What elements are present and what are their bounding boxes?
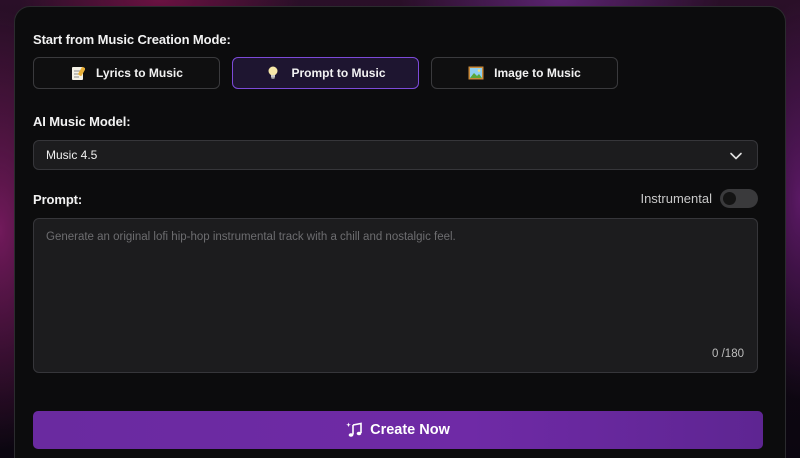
create-now-label: Create Now xyxy=(370,422,450,438)
model-section-label: AI Music Model: xyxy=(33,114,131,129)
framed-picture-icon xyxy=(468,65,484,81)
mode-image-to-music-button[interactable]: Image to Music xyxy=(431,57,618,89)
mode-lyrics-to-music-label: Lyrics to Music xyxy=(96,66,183,80)
prompt-input[interactable] xyxy=(34,219,757,372)
music-model-selected-value: Music 4.5 xyxy=(46,148,98,162)
mode-section-label: Start from Music Creation Mode: xyxy=(33,32,231,47)
mode-prompt-to-music-label: Prompt to Music xyxy=(291,66,386,80)
prompt-textarea-container: 0 /180 xyxy=(33,218,758,373)
mode-image-to-music-label: Image to Music xyxy=(494,66,581,80)
instrumental-toggle[interactable] xyxy=(720,189,758,208)
character-counter: 0 /180 xyxy=(712,348,744,360)
memo-icon xyxy=(70,65,86,81)
chevron-down-icon xyxy=(730,152,742,160)
create-now-button[interactable]: Create Now xyxy=(33,411,763,449)
mode-prompt-to-music-button[interactable]: Prompt to Music xyxy=(232,57,419,89)
music-sparkle-icon xyxy=(346,421,364,439)
prompt-section-label: Prompt: xyxy=(33,192,83,207)
mode-lyrics-to-music-button[interactable]: Lyrics to Music xyxy=(33,57,220,89)
instrumental-label: Instrumental xyxy=(640,191,712,206)
lightbulb-icon xyxy=(265,65,281,81)
music-model-select[interactable]: Music 4.5 xyxy=(33,140,758,170)
instrumental-toggle-knob xyxy=(723,192,736,205)
